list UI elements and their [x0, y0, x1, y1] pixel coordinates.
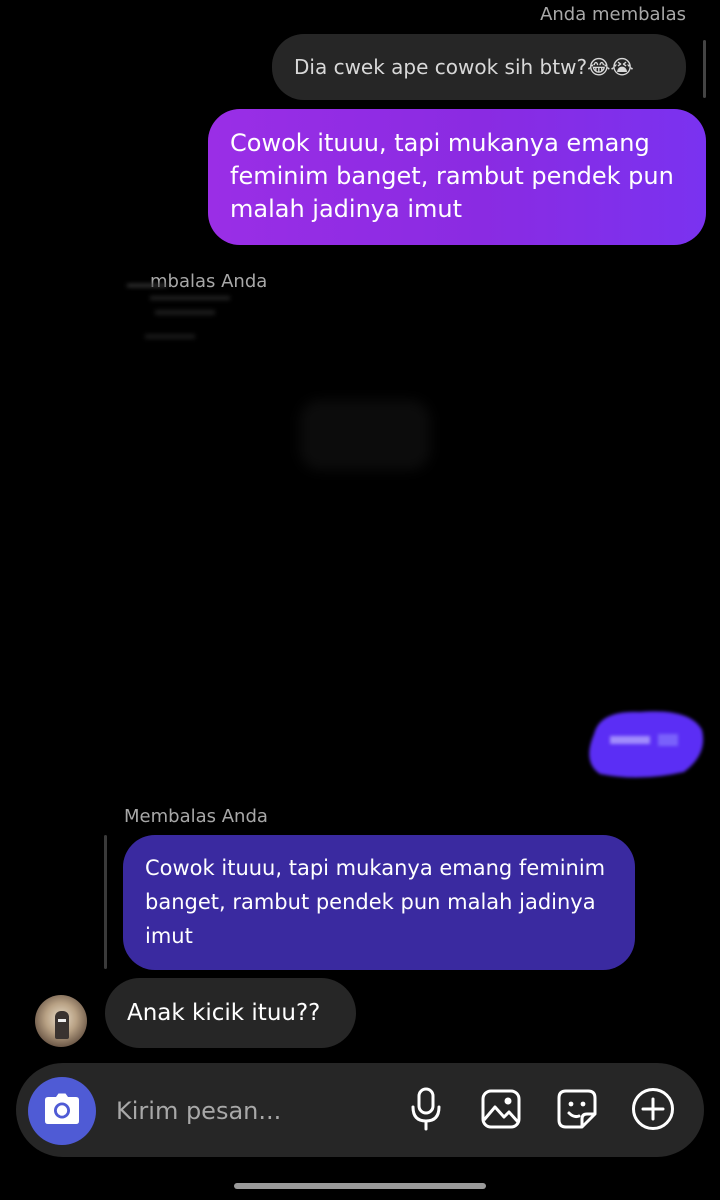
- microphone-icon: [408, 1087, 444, 1135]
- obscured-media-dark: [270, 380, 470, 490]
- quoted-sent-message-text: Cowok ituuu, tapi mukanya emang feminim …: [145, 856, 606, 948]
- sticker-icon: [556, 1088, 598, 1134]
- reply-label-you: Anda membalas: [540, 4, 686, 25]
- received-message[interactable]: Anak kicik ituu??: [105, 978, 356, 1048]
- plus-circle-icon: [631, 1087, 675, 1135]
- gallery-icon: [480, 1088, 522, 1134]
- home-indicator[interactable]: [234, 1183, 486, 1189]
- sent-message[interactable]: Cowok ituuu, tapi mukanya emang feminim …: [208, 109, 706, 245]
- reply-label-them: Membalas Anda: [124, 806, 268, 827]
- sticker-button[interactable]: [555, 1089, 599, 1133]
- more-button[interactable]: [631, 1087, 675, 1135]
- quoted-sent-message[interactable]: Cowok ituuu, tapi mukanya emang feminim …: [123, 835, 635, 970]
- message-composer: [16, 1063, 704, 1157]
- camera-icon: [44, 1093, 80, 1129]
- obscured-media[interactable]: [125, 276, 255, 356]
- reply-bar: [104, 835, 107, 969]
- quoted-message-text: Dia cwek ape cowok sih btw?😂😭: [294, 55, 634, 79]
- quoted-message[interactable]: Dia cwek ape cowok sih btw?😂😭: [272, 34, 686, 100]
- chat-screen: Anda membalas Dia cwek ape cowok sih btw…: [0, 0, 720, 1200]
- microphone-button[interactable]: [404, 1087, 448, 1135]
- received-message-text: Anak kicik ituu??: [127, 1000, 321, 1026]
- avatar[interactable]: [35, 995, 87, 1047]
- obscured-sent-bubble[interactable]: [580, 704, 708, 780]
- sent-message-text: Cowok ituuu, tapi mukanya emang feminim …: [230, 129, 674, 223]
- message-input[interactable]: [114, 1090, 378, 1132]
- camera-button[interactable]: [28, 1077, 96, 1145]
- gallery-button[interactable]: [479, 1089, 523, 1133]
- scroll-indicator[interactable]: [703, 40, 706, 98]
